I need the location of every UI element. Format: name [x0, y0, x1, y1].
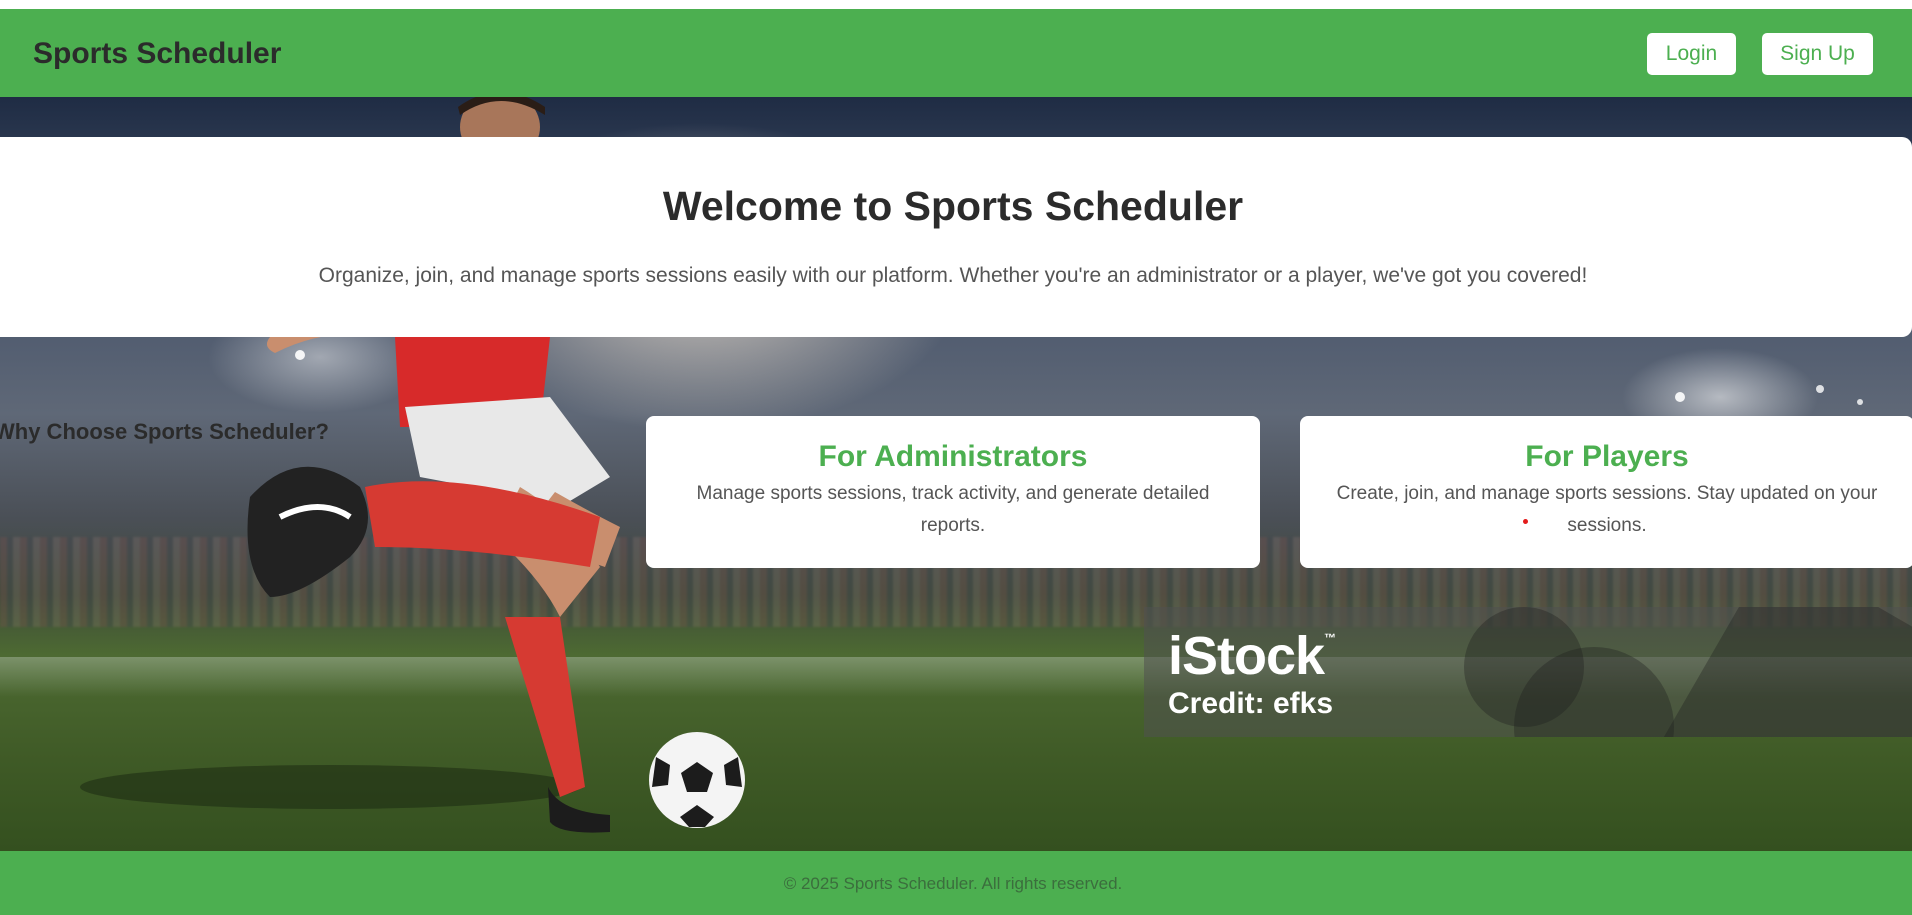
feature-title-administrators: For Administrators	[818, 440, 1088, 473]
watermark-credit: Credit: efks	[1168, 687, 1334, 720]
welcome-text: Organize, join, and manage sports sessio…	[318, 264, 1588, 287]
footer-copyright: © 2025 Sports Scheduler. All rights rese…	[783, 874, 1123, 893]
feature-card-administrators: For Administrators Manage sports session…	[646, 416, 1260, 568]
why-choose-heading: Why Choose Sports Scheduler?	[0, 419, 329, 444]
login-button[interactable]: Login	[1647, 33, 1736, 75]
welcome-title: Welcome to Sports Scheduler	[662, 183, 1244, 229]
top-strip	[0, 0, 1912, 9]
footer: © 2025 Sports Scheduler. All rights rese…	[0, 851, 1912, 915]
feature-title-players: For Players	[1525, 440, 1689, 473]
watermark-shape	[1663, 607, 1912, 737]
brand-logo[interactable]: Sports Scheduler	[33, 37, 281, 71]
cursor-dot	[1523, 519, 1528, 524]
hero-section: Welcome to Sports Scheduler Organize, jo…	[0, 97, 1912, 851]
istock-logo: iStock™	[1168, 626, 1336, 686]
signup-button[interactable]: Sign Up	[1762, 33, 1873, 75]
feature-text-players: Create, join, and manage sports sessions…	[1336, 483, 1878, 536]
feature-text-administrators: Manage sports sessions, track activity, …	[696, 483, 1210, 536]
welcome-card: Welcome to Sports Scheduler Organize, jo…	[0, 137, 1912, 337]
navbar: Sports Scheduler Login Sign Up	[0, 9, 1912, 97]
istock-watermark: iStock™ Credit: efks	[1144, 607, 1912, 737]
feature-card-players: For Players Create, join, and manage spo…	[1300, 416, 1912, 568]
